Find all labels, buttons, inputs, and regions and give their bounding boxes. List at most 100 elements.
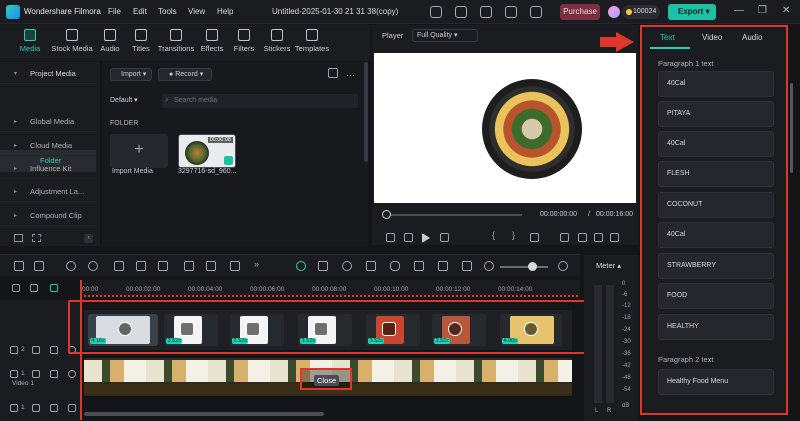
speaker-icon[interactable] — [68, 404, 76, 412]
seek-track[interactable] — [386, 214, 522, 216]
add-track-icon[interactable] — [12, 284, 20, 292]
credits-badge[interactable]: 100024 — [622, 5, 660, 19]
tool-stickers[interactable]: Stickers — [259, 29, 295, 59]
redo-icon[interactable] — [88, 261, 98, 271]
more-tools-icon[interactable]: » — [254, 259, 264, 269]
mark-in-icon[interactable]: { — [492, 230, 501, 240]
text-field[interactable]: Healthy Food Menu — [658, 369, 774, 395]
tool-filters[interactable]: Filters — [226, 29, 262, 59]
crop-icon[interactable] — [184, 261, 194, 271]
zoom-out-icon[interactable] — [484, 261, 494, 271]
folder-track-icon[interactable] — [32, 404, 40, 412]
save-icon[interactable] — [480, 6, 492, 18]
color-icon[interactable] — [206, 261, 216, 271]
nav-cloud-media[interactable]: ▸ Cloud Media — [0, 136, 96, 156]
select-tool-icon[interactable] — [34, 261, 44, 271]
display-icon[interactable] — [560, 233, 569, 242]
media-scrollbar[interactable] — [364, 62, 368, 162]
sort-dropdown[interactable]: Default ▾ — [110, 96, 138, 104]
text-field[interactable]: PITAYA — [658, 101, 774, 127]
volume-icon[interactable] — [594, 233, 603, 242]
tool-transitions[interactable]: Transitions — [156, 29, 196, 59]
bulb-icon[interactable] — [455, 6, 467, 18]
play-icon[interactable] — [422, 233, 430, 243]
menu-help[interactable]: Help — [217, 7, 233, 16]
nav-compound-clip[interactable]: ▸ Compound Clip — [0, 206, 96, 226]
zoom-in-icon[interactable] — [558, 261, 568, 271]
speed-icon[interactable] — [230, 261, 240, 271]
grid-layout-icon[interactable] — [462, 261, 472, 271]
filter-icon[interactable] — [328, 68, 338, 78]
text-field[interactable]: STRAWBERRY — [658, 253, 774, 279]
timeline-scrollbar[interactable] — [84, 412, 324, 416]
text-field[interactable]: 40Cal — [658, 222, 774, 248]
tab-video[interactable]: Video — [702, 33, 722, 42]
seek-handle[interactable] — [382, 210, 391, 219]
import-dropdown[interactable]: Import ▾ — [110, 68, 152, 81]
text-field[interactable]: 40Cal — [658, 71, 774, 97]
meter-title[interactable]: Meter ▴ — [596, 261, 621, 270]
tool-titles[interactable]: Titles — [123, 29, 159, 59]
link-icon[interactable] — [438, 261, 448, 271]
layout-icon[interactable] — [14, 261, 24, 271]
text-field[interactable]: FOOD — [658, 283, 774, 309]
lock-icon[interactable] — [50, 370, 58, 378]
folder-track-icon[interactable] — [32, 346, 40, 354]
close-annotation[interactable]: Close — [300, 368, 352, 390]
new-folder-icon[interactable] — [14, 234, 23, 242]
folder-track-icon[interactable] — [32, 370, 40, 378]
render-icon[interactable] — [342, 261, 352, 271]
subtitle-icon[interactable] — [414, 261, 424, 271]
zoom-slider-track[interactable] — [500, 266, 548, 268]
grid-icon[interactable] — [530, 6, 542, 18]
nav-adjustment-layer[interactable]: ▸ Adjustment La... — [0, 182, 96, 202]
close-button[interactable]: Close — [314, 375, 340, 386]
avatar[interactable] — [608, 6, 620, 18]
import-media-tile[interactable]: + — [110, 134, 168, 168]
send-icon[interactable] — [430, 6, 442, 18]
nav-project-media[interactable]: ▾ Project Media — [0, 64, 96, 84]
link-track-icon[interactable] — [30, 284, 38, 292]
folder-outline-icon[interactable] — [32, 234, 41, 242]
text-tool-icon[interactable] — [158, 261, 168, 271]
minimize-icon[interactable]: — — [734, 6, 744, 16]
prev-frame-icon[interactable] — [386, 233, 395, 242]
playhead[interactable] — [80, 280, 82, 420]
snapshot-icon[interactable] — [578, 233, 587, 242]
delete-icon[interactable] — [114, 261, 124, 271]
fullscreen-icon[interactable] — [610, 233, 619, 242]
menu-edit[interactable]: Edit — [133, 7, 147, 16]
text-field[interactable]: COCONUT — [658, 192, 774, 218]
undo-icon[interactable] — [66, 261, 76, 271]
split-icon[interactable] — [136, 261, 146, 271]
record-dropdown[interactable]: ● Record ▾ — [158, 68, 212, 81]
nav-global-media[interactable]: ▸ Global Media — [0, 112, 96, 132]
media-clip-thumbnail[interactable]: 00:00:08 — [178, 134, 236, 168]
zoom-slider-handle[interactable] — [528, 262, 537, 271]
mark-out-icon[interactable]: } — [512, 230, 521, 240]
tool-stock-media[interactable]: Stock Media — [50, 29, 94, 59]
search-media-input[interactable]: ⌕ Search media — [162, 94, 358, 108]
purchase-button[interactable]: Purchase — [560, 4, 600, 20]
menu-tools[interactable]: Tools — [158, 7, 177, 16]
stop-icon[interactable] — [440, 233, 449, 242]
shield-icon[interactable] — [366, 261, 376, 271]
text-field[interactable]: HEALTHY — [658, 314, 774, 340]
tool-effects[interactable]: Effects — [194, 29, 230, 59]
clip-marker-icon[interactable] — [530, 233, 539, 242]
more-icon[interactable]: ⋯ — [346, 70, 355, 81]
close-window-icon[interactable]: ✕ — [782, 6, 790, 16]
restore-icon[interactable]: ❐ — [758, 6, 767, 16]
lock-icon[interactable] — [50, 404, 58, 412]
ai-icon[interactable] — [296, 261, 306, 271]
cloud-icon[interactable] — [505, 6, 517, 18]
quality-dropdown[interactable]: Full Quality ▾ — [412, 29, 478, 42]
video-preview[interactable] — [374, 53, 636, 203]
panel-scrollbar[interactable] — [790, 83, 793, 173]
tool-media[interactable]: Media — [12, 29, 48, 59]
eye-icon[interactable] — [68, 370, 76, 378]
tab-text[interactable]: Text — [660, 33, 675, 42]
tab-audio[interactable]: Audio — [742, 33, 762, 42]
tool-templates[interactable]: Templates — [292, 29, 332, 59]
timeline-ruler[interactable]: 00:00 00:00:02:00 00:00:04:00 00:00:06:0… — [80, 280, 580, 298]
